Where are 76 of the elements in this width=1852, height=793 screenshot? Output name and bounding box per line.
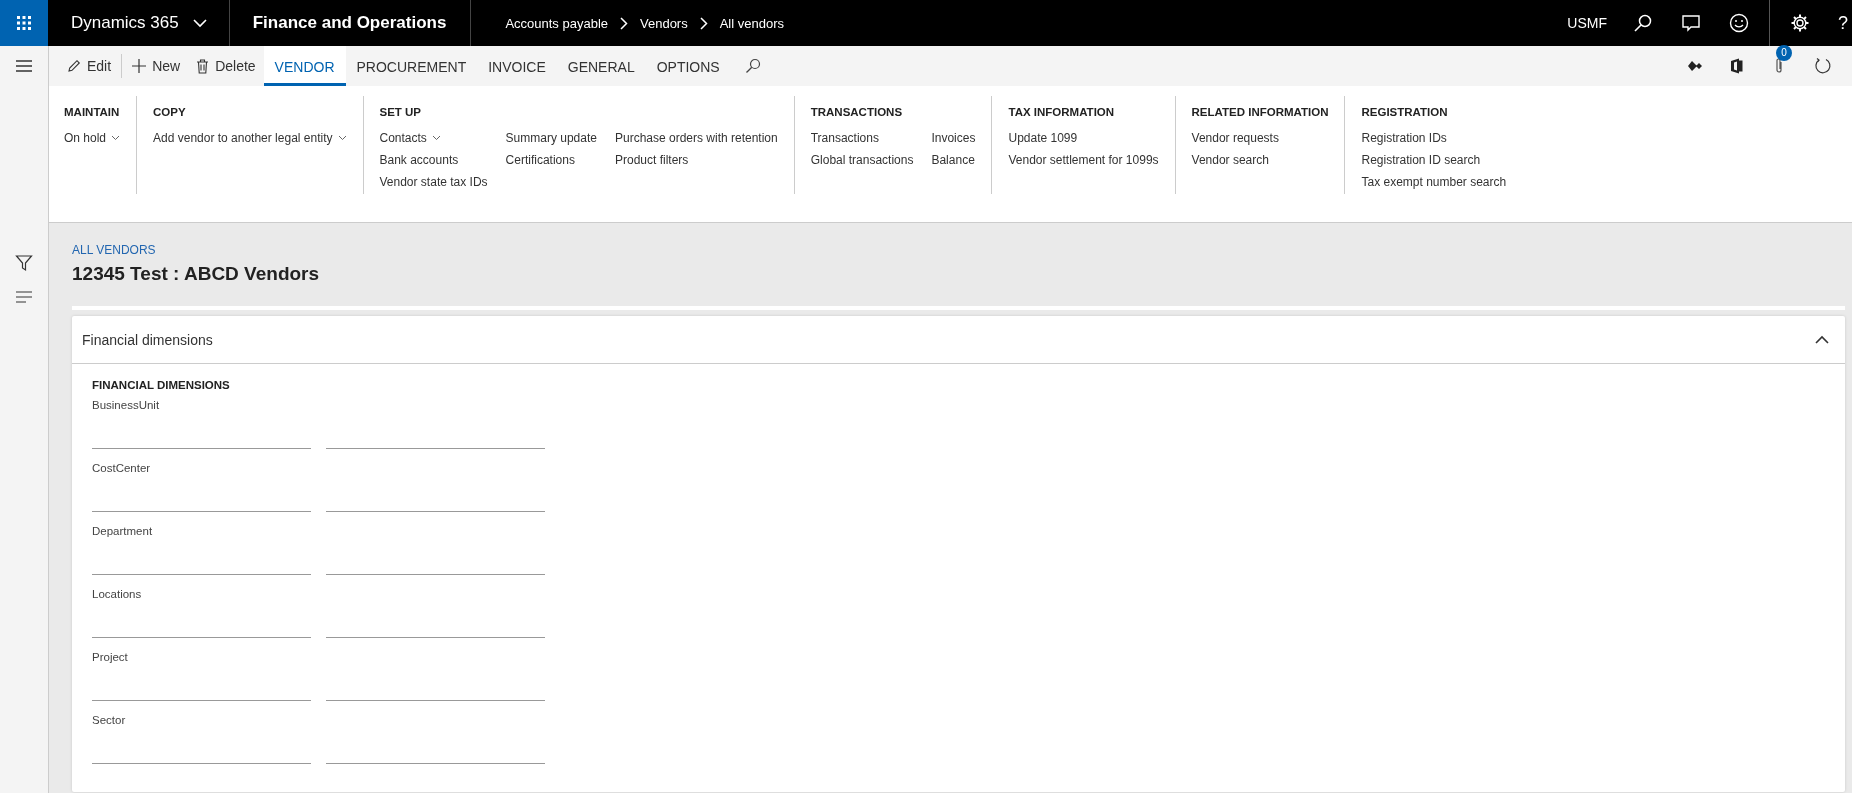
card-title[interactable]: Financial dimensions	[82, 331, 213, 348]
ribbon-command[interactable]: Bank accounts	[379, 153, 459, 167]
ribbon-command[interactable]: Vendor requests	[1191, 131, 1279, 145]
field-label: Sector	[92, 714, 127, 726]
edit-button[interactable]: Edit	[59, 46, 120, 86]
search-icon[interactable]	[1633, 13, 1653, 33]
ribbon-command[interactable]: Vendor state tax IDs	[379, 175, 488, 189]
chevron-right-icon	[699, 16, 708, 30]
ribbon-command[interactable]: Invoices	[931, 131, 976, 145]
delete-button[interactable]: Delete	[188, 46, 264, 86]
ribbon-command[interactable]: Registration IDs	[1361, 131, 1447, 145]
new-button[interactable]: New	[124, 46, 189, 86]
breadcrumb-link[interactable]: Accounts payable	[505, 15, 608, 31]
ribbon-tab[interactable]: VENDOR	[263, 46, 346, 86]
office-icon[interactable]	[1730, 58, 1744, 74]
section-heading: FINANCIAL DIMENSIONS	[92, 379, 231, 391]
ribbon-tab[interactable]: OPTIONS	[645, 46, 731, 86]
field-label: Locations	[92, 588, 143, 600]
chevron-right-icon	[620, 16, 628, 30]
ribbon-command[interactable]: Transactions	[810, 131, 879, 145]
paperclip-icon[interactable]	[1774, 57, 1784, 75]
smiley-icon[interactable]	[1729, 13, 1749, 33]
ribbon-command[interactable]: Summary update	[505, 131, 597, 145]
app-launcher-button[interactable]	[0, 0, 48, 46]
ribbon-command[interactable]: Add vendor to another legal entity	[153, 131, 333, 145]
field-label: Project	[92, 651, 129, 663]
ribbon-command[interactable]: Balance	[931, 153, 975, 167]
caret-icon[interactable]	[431, 135, 441, 141]
pencil-icon	[67, 59, 81, 73]
ribbon-command[interactable]: Tax exempt number search	[1361, 175, 1507, 189]
ribbon-command[interactable]: Vendor search	[1191, 153, 1269, 167]
ribbon-tab[interactable]: PROCUREMENT	[345, 46, 478, 86]
ribbon-tab[interactable]: INVOICE	[477, 46, 557, 86]
group-heading: MAINTAIN	[64, 106, 121, 118]
group-heading: REGISTRATION	[1361, 106, 1449, 118]
search-icon[interactable]	[744, 58, 761, 74]
list-icon[interactable]	[15, 291, 33, 303]
ribbon-command[interactable]: Certifications	[505, 153, 575, 167]
company-picker[interactable]: USMF	[1567, 15, 1607, 31]
waffle-icon	[16, 15, 32, 31]
refresh-icon[interactable]	[1814, 57, 1832, 75]
field-label: Department	[92, 525, 154, 537]
ribbon-command[interactable]: Contacts	[379, 131, 427, 145]
ribbon-command[interactable]: Product filters	[614, 153, 689, 167]
trash-icon	[196, 58, 210, 74]
settings-icon[interactable]	[1790, 13, 1810, 33]
product-name[interactable]: Dynamics 365	[71, 13, 179, 33]
filter-icon[interactable]	[15, 254, 33, 272]
ribbon-command[interactable]: Update 1099	[1008, 131, 1078, 145]
ribbon-tab[interactable]: GENERAL	[556, 46, 646, 86]
ribbon-command[interactable]: Purchase orders with retention	[614, 131, 778, 145]
group-heading: TAX INFORMATION	[1008, 106, 1116, 118]
breadcrumb-link[interactable]: Vendors	[640, 15, 688, 31]
breadcrumb-link[interactable]: ALL VENDORS	[72, 243, 1845, 257]
diamond-arrows-icon[interactable]	[1688, 60, 1704, 72]
group-heading: RELATED INFORMATION	[1191, 106, 1329, 118]
speech-bubble-icon[interactable]	[1681, 13, 1701, 33]
ribbon-command[interactable]: Registration ID search	[1361, 153, 1481, 167]
ribbon-command[interactable]: Global transactions	[810, 153, 914, 167]
breadcrumb-link[interactable]: All vendors	[719, 15, 784, 31]
caret-icon[interactable]	[337, 135, 347, 141]
caret-icon[interactable]	[111, 135, 121, 141]
group-heading: TRANSACTIONS	[810, 106, 904, 118]
field-label: CostCenter	[92, 462, 152, 474]
chevron-down-icon[interactable]	[192, 18, 207, 28]
page-title: 12345 Test : ABCD Vendors	[72, 263, 321, 285]
chevron-up-icon[interactable]	[1815, 335, 1829, 344]
group-heading: SET UP	[379, 106, 423, 118]
notification-badge: 0	[1776, 45, 1792, 61]
ribbon-command[interactable]: Vendor settlement for 1099s	[1008, 153, 1159, 167]
menu-icon[interactable]	[15, 59, 33, 73]
field-label: BusinessUnit	[92, 399, 161, 411]
help-button[interactable]: ?	[1838, 12, 1848, 34]
ribbon-command[interactable]: On hold	[64, 131, 107, 145]
plus-icon	[132, 59, 147, 73]
group-heading: COPY	[153, 106, 187, 118]
